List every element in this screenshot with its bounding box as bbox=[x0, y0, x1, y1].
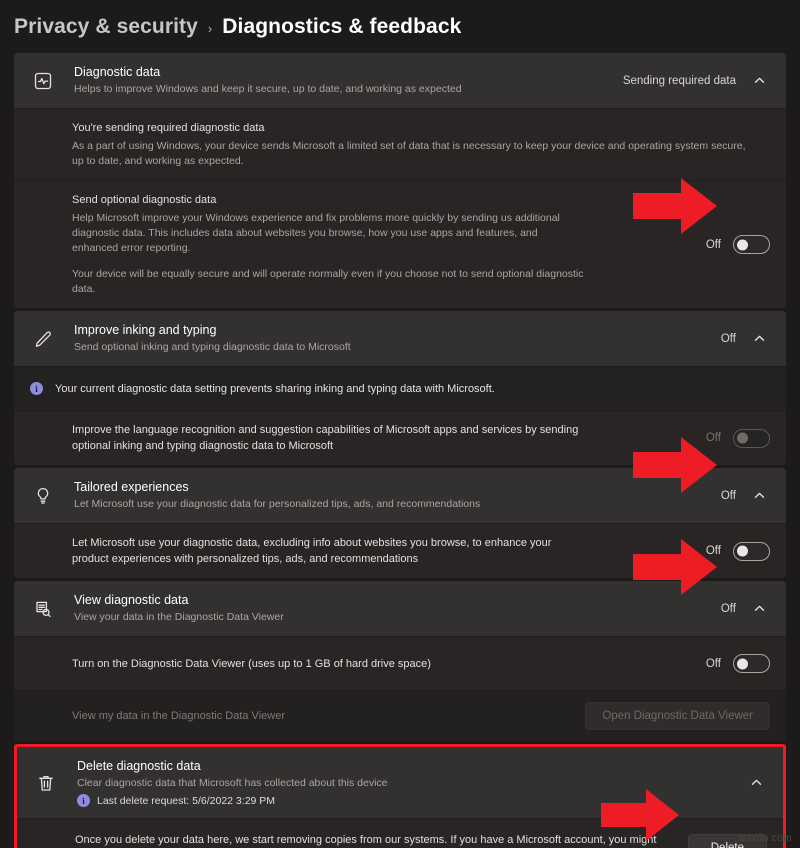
diagnostic-data-viewer-toggle[interactable] bbox=[733, 654, 770, 673]
chevron-up-icon[interactable] bbox=[748, 70, 770, 92]
info-icon: i bbox=[30, 382, 43, 395]
card-inking-typing: Improve inking and typing Send optional … bbox=[14, 311, 786, 465]
view-diagnostic-texts: View diagnostic data View your data in t… bbox=[74, 592, 721, 625]
viewer-toggle-row: Turn on the Diagnostic Data Viewer (uses… bbox=[14, 636, 786, 690]
tailored-right: Off bbox=[721, 485, 770, 507]
optional-diagnostic-data-toggle[interactable] bbox=[733, 235, 770, 254]
toggle-knob bbox=[737, 545, 748, 557]
delete-diagnostic-right bbox=[745, 772, 767, 794]
settings-page: Privacy & security › Diagnostics & feedb… bbox=[0, 0, 800, 848]
required-data-body: As a part of using Windows, your device … bbox=[72, 140, 746, 167]
optional-data-body: Help Microsoft improve your Windows expe… bbox=[72, 212, 560, 254]
card-diagnostic-data: Diagnostic data Helps to improve Windows… bbox=[14, 53, 786, 308]
view-diagnostic-subtitle: View your data in the Diagnostic Data Vi… bbox=[74, 611, 284, 623]
pulse-monitor-icon bbox=[30, 68, 56, 94]
diagnostic-data-right: Sending required data bbox=[623, 70, 770, 92]
tailored-toggle-state: Off bbox=[705, 545, 721, 557]
inking-option-text: Improve the language recognition and sug… bbox=[72, 424, 579, 452]
view-diagnostic-state: Off bbox=[720, 602, 736, 615]
diagnostic-data-state: Sending required data bbox=[622, 74, 736, 87]
inking-state: Off bbox=[720, 332, 736, 345]
toggle-knob bbox=[737, 239, 748, 250]
delete-diagnostic-title: Delete diagnostic data bbox=[77, 759, 201, 773]
delete-diagnostic-texts: Delete diagnostic data Clear diagnostic … bbox=[77, 758, 745, 807]
inking-subtitle: Send optional inking and typing diagnost… bbox=[74, 341, 351, 353]
settings-card-list: Diagnostic data Helps to improve Windows… bbox=[0, 53, 800, 848]
pen-icon bbox=[30, 326, 56, 352]
inking-texts: Improve inking and typing Send optional … bbox=[74, 322, 721, 355]
tailored-title: Tailored experiences bbox=[74, 480, 189, 494]
optional-data-texts: Send optional diagnostic data Help Micro… bbox=[30, 192, 706, 297]
tailored-subtitle: Let Microsoft use your diagnostic data f… bbox=[74, 498, 481, 510]
viewer-toggle-text: Turn on the Diagnostic Data Viewer (uses… bbox=[72, 657, 431, 670]
delete-body-texts: Once you delete your data here, we start… bbox=[33, 832, 688, 848]
optional-data-block: Send optional diagnostic data Help Micro… bbox=[14, 180, 786, 308]
delete-diagnostic-subtitle: Clear diagnostic data that Microsoft has… bbox=[77, 777, 388, 789]
inking-option-row: Improve the language recognition and sug… bbox=[14, 410, 786, 465]
viewer-toggle-texts: Turn on the Diagnostic Data Viewer (uses… bbox=[30, 656, 706, 672]
chevron-up-icon[interactable] bbox=[748, 328, 770, 350]
delete-diagnostic-header[interactable]: Delete diagnostic data Clear diagnostic … bbox=[17, 747, 783, 818]
open-viewer-control: Open Diagnostic Data Viewer bbox=[585, 702, 770, 730]
optional-data-title: Send optional diagnostic data bbox=[72, 194, 217, 206]
tailored-state: Off bbox=[720, 489, 736, 502]
inking-toggle-state: Off bbox=[705, 432, 721, 444]
trash-icon bbox=[33, 770, 59, 796]
diagnostic-data-texts: Diagnostic data Helps to improve Windows… bbox=[74, 64, 623, 97]
inking-typing-toggle[interactable] bbox=[733, 428, 770, 448]
watermark: wsxdn.com bbox=[738, 833, 792, 844]
tailored-option-text: Let Microsoft use your diagnostic data, … bbox=[72, 537, 552, 565]
required-data-texts: You're sending required diagnostic data … bbox=[30, 120, 770, 169]
delete-body-row: Once you delete your data here, we start… bbox=[17, 818, 783, 848]
toggle-knob bbox=[737, 432, 748, 444]
diagnostic-data-subtitle: Helps to improve Windows and keep it sec… bbox=[74, 83, 462, 95]
breadcrumb: Privacy & security › Diagnostics & feedb… bbox=[0, 0, 800, 53]
viewer-toggle-state: Off bbox=[705, 657, 721, 670]
breadcrumb-parent-link[interactable]: Privacy & security bbox=[14, 15, 198, 39]
required-data-title: You're sending required diagnostic data bbox=[72, 122, 265, 134]
page-title: Diagnostics & feedback bbox=[222, 15, 462, 38]
open-diagnostic-data-viewer-button[interactable]: Open Diagnostic Data Viewer bbox=[585, 702, 770, 730]
inking-option-control: Off bbox=[705, 428, 770, 448]
info-icon: i bbox=[77, 794, 90, 807]
tailored-option-control: Off bbox=[705, 541, 770, 561]
view-diagnostic-title: View diagnostic data bbox=[74, 593, 189, 607]
lightbulb-icon bbox=[30, 483, 56, 509]
tailored-texts: Tailored experiences Let Microsoft use y… bbox=[74, 479, 721, 512]
inking-info-message: Your current diagnostic data setting pre… bbox=[55, 382, 495, 395]
last-delete-request-line: i Last delete request: 5/6/2022 3:29 PM bbox=[77, 794, 733, 807]
inking-option-texts: Improve the language recognition and sug… bbox=[30, 422, 706, 454]
inking-title: Improve inking and typing bbox=[74, 323, 217, 337]
card-tailored-experiences: Tailored experiences Let Microsoft use y… bbox=[14, 468, 786, 578]
tailored-option-row: Let Microsoft use your diagnostic data, … bbox=[14, 523, 786, 578]
diagnostic-data-title: Diagnostic data bbox=[74, 65, 161, 79]
delete-body-text: Once you delete your data here, we start… bbox=[75, 833, 657, 846]
inking-info-message-row: i Your current diagnostic data setting p… bbox=[14, 366, 786, 410]
chevron-up-icon[interactable] bbox=[745, 772, 767, 794]
tailored-experiences-toggle[interactable] bbox=[733, 541, 770, 561]
tailored-header[interactable]: Tailored experiences Let Microsoft use y… bbox=[14, 468, 786, 523]
open-viewer-row: View my data in the Diagnostic Data View… bbox=[14, 690, 786, 741]
breadcrumb-chevron-icon: › bbox=[207, 20, 213, 36]
view-diagnostic-right: Off bbox=[721, 598, 770, 620]
card-delete-diagnostic-data: Delete diagnostic data Clear diagnostic … bbox=[14, 744, 786, 848]
diagnostic-data-header[interactable]: Diagnostic data Helps to improve Windows… bbox=[14, 53, 786, 108]
inking-header[interactable]: Improve inking and typing Send optional … bbox=[14, 311, 786, 366]
inking-right: Off bbox=[721, 328, 770, 350]
document-search-icon bbox=[30, 596, 56, 622]
card-view-diagnostic-data: View diagnostic data View your data in t… bbox=[14, 581, 786, 741]
tailored-option-texts: Let Microsoft use your diagnostic data, … bbox=[30, 535, 706, 567]
optional-data-note: Your device will be equally secure and w… bbox=[72, 268, 584, 295]
optional-data-toggle-state: Off bbox=[705, 238, 721, 251]
viewer-toggle-control: Off bbox=[706, 654, 770, 673]
open-viewer-text: View my data in the Diagnostic Data View… bbox=[72, 710, 285, 722]
chevron-up-icon[interactable] bbox=[748, 485, 770, 507]
required-data-block: You're sending required diagnostic data … bbox=[14, 108, 786, 180]
chevron-up-icon[interactable] bbox=[748, 598, 770, 620]
open-viewer-texts: View my data in the Diagnostic Data View… bbox=[30, 708, 585, 724]
optional-data-control: Off bbox=[706, 235, 770, 254]
view-diagnostic-header[interactable]: View diagnostic data View your data in t… bbox=[14, 581, 786, 636]
last-delete-request-text: Last delete request: 5/6/2022 3:29 PM bbox=[97, 794, 276, 807]
toggle-knob bbox=[737, 658, 748, 669]
